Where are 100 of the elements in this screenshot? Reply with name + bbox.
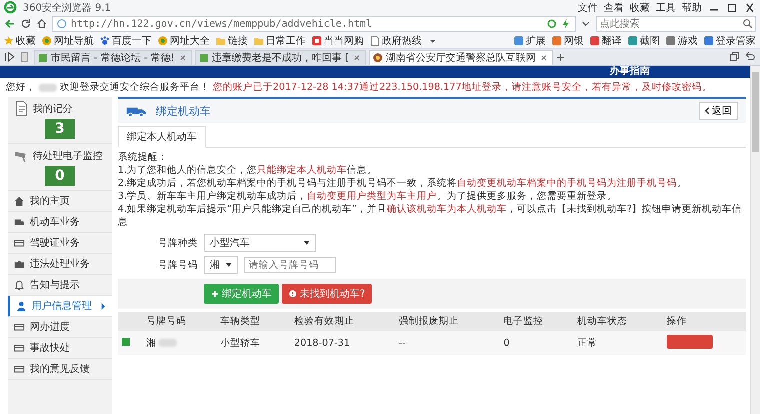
column-header: 检验有效期止 <box>290 312 396 331</box>
toolbar-button[interactable]: 网银 <box>552 34 584 48</box>
field-label: 号牌种类 <box>157 236 198 250</box>
notice-title: 系统提醒： <box>118 151 169 164</box>
notice-text: 1.为了您和他人的信息安全，您只能绑定本人机动车信息。 <box>118 164 378 177</box>
shop-icon <box>312 36 322 46</box>
notice-text: 4.如果绑定机动车后提示“用户只能绑定自己的机动车”，并且确认该机动车为本人机动车，可以点击【未找到机动车?】按钮申请更新机动车信息 <box>118 203 744 229</box>
site-icon <box>158 36 168 46</box>
menu-item[interactable]: 文件 <box>578 0 598 14</box>
menu-item[interactable]: 查看 <box>604 0 624 14</box>
emblem-icon <box>373 53 384 63</box>
menu-item[interactable]: 工具 <box>656 0 676 14</box>
ring-icon[interactable] <box>547 19 557 29</box>
site-icon <box>198 53 209 63</box>
star-icon <box>4 36 14 46</box>
tool-icon <box>552 36 562 46</box>
paw-icon <box>100 36 110 46</box>
tool-icon <box>704 36 714 46</box>
plate-type-select[interactable]: 小型汽车 <box>204 234 316 252</box>
arrow-icon <box>101 302 106 310</box>
not-found-button[interactable]: 未找到机动车? <box>282 284 372 304</box>
bookmark[interactable]: 日常工作 <box>254 34 306 48</box>
browser-tab[interactable]: 湖南省公安厅交通警察总队互联网 <box>369 50 554 65</box>
browser-tab[interactable]: 违章缴费老是不成功，咋回事 [ <box>194 50 366 65</box>
sidebar-item[interactable]: 网办进度 <box>8 317 112 338</box>
card-icon <box>14 342 25 354</box>
alert-icon <box>289 290 297 298</box>
bookmark[interactable]: 网址大全 <box>158 34 210 48</box>
folder-icon <box>254 36 264 46</box>
toolbar-button[interactable]: 游戏 <box>666 34 698 48</box>
column-header: 操作 <box>662 312 746 331</box>
bookmark[interactable]: 当当网购 <box>312 34 364 48</box>
column-header: 电子监控 <box>500 312 574 331</box>
sidebar-item[interactable]: 机动车业务 <box>8 212 112 233</box>
sidebar-item[interactable]: 违法处理业务 <box>8 254 112 275</box>
restore-tab-icon[interactable] <box>729 51 741 63</box>
field-label: 号牌号码 <box>157 258 198 272</box>
stat-label: 待处理电子监控 <box>33 150 103 163</box>
caret-icon <box>304 241 310 245</box>
maximize-icon[interactable] <box>726 2 738 12</box>
column-header: 机动车状态 <box>574 312 663 331</box>
document-icon <box>14 101 30 117</box>
toolbar-button[interactable]: 扩展 <box>514 34 546 48</box>
tool-icon <box>514 36 524 46</box>
bookmark[interactable]: 百度一下 <box>100 34 152 48</box>
camera-icon <box>14 258 25 270</box>
scrollbar[interactable] <box>750 66 760 414</box>
page-icon <box>370 36 380 46</box>
panel-title: 绑定机动车 <box>156 104 211 118</box>
table-cell: -- <box>395 331 500 355</box>
greeting-text: 您好， <box>6 81 36 94</box>
menu-item[interactable]: 帮助 <box>682 0 702 14</box>
folder-icon <box>216 36 226 46</box>
stat-value[interactable]: 3 <box>45 119 75 139</box>
plate-number-field[interactable]: 请输入号牌号码 <box>244 257 336 273</box>
toolbar-button[interactable]: 截图 <box>628 34 660 48</box>
column-header: 号牌号码 <box>142 312 216 331</box>
bookmark[interactable]: 收藏 <box>4 34 36 48</box>
tool-icon <box>666 36 676 46</box>
card-icon <box>14 322 25 332</box>
sidebar-item[interactable]: 我的主页 <box>8 191 112 212</box>
close-icon[interactable] <box>744 2 756 12</box>
toolbar-button[interactable]: 登录管家 <box>704 34 756 48</box>
home-icon <box>14 196 25 206</box>
login-notice: 您的账户已于2017-12-28 14:37通过223.150.198.177地址登录，请注意账号安全，若有异常，及时修改密码。 <box>213 81 712 94</box>
bookmark[interactable]: 链接 <box>216 34 248 48</box>
plus-icon <box>211 290 219 298</box>
window-title: 360安全浏览器 9.1 <box>23 2 112 14</box>
table-cell: 2018-07-31 <box>290 331 396 355</box>
sidebar-toggle-icon[interactable] <box>4 51 16 63</box>
sidebar-item[interactable]: 事故快处 <box>8 338 112 359</box>
address-field[interactable]: http://hn.122.gov.cn/views/memppub/addvehicle.html <box>52 16 576 32</box>
chevron-icon <box>705 107 710 115</box>
sidebar-item[interactable]: 驾驶证业务 <box>8 233 112 254</box>
sidebar-item[interactable]: 我的意见反馈 <box>8 359 112 380</box>
new-tab-button[interactable]: + <box>556 50 566 64</box>
province-select[interactable]: 湘 <box>204 256 238 274</box>
back-button[interactable]: 返回 <box>699 102 738 120</box>
stat-value[interactable]: 0 <box>45 166 75 186</box>
tool-icon <box>590 36 600 46</box>
column-header: 车辆类型 <box>216 312 290 331</box>
menu-item[interactable]: 收藏 <box>630 0 650 14</box>
table-cell: 湘 <box>146 336 157 350</box>
sidebar-item[interactable]: 用户信息管理 <box>8 296 112 317</box>
lightning-icon[interactable] <box>561 19 571 29</box>
table-cell: 正常 <box>574 331 663 355</box>
search-icon[interactable] <box>743 19 753 29</box>
back-icon[interactable] <box>4 18 16 30</box>
welcome-text: 欢迎登录交通安全综合服务平台！ <box>60 81 210 94</box>
bookmark[interactable]: 政府热线 <box>370 34 422 48</box>
panel-tab[interactable]: 绑定本人机动车 <box>118 126 206 148</box>
search-field[interactable]: 点此搜索 <box>596 16 756 32</box>
column-header: 强制报废期止 <box>395 312 500 331</box>
toolbar-button[interactable]: 翻译 <box>590 34 622 48</box>
home-icon[interactable] <box>36 18 48 30</box>
stat-label: 我的记分 <box>33 102 73 116</box>
browser-tab[interactable]: 市民留言 - 常德论坛 - 常德! <box>34 50 192 65</box>
undo-icon[interactable] <box>744 51 756 63</box>
refresh-icon[interactable] <box>20 18 32 30</box>
bookmark[interactable]: 网址导航 <box>42 34 94 48</box>
